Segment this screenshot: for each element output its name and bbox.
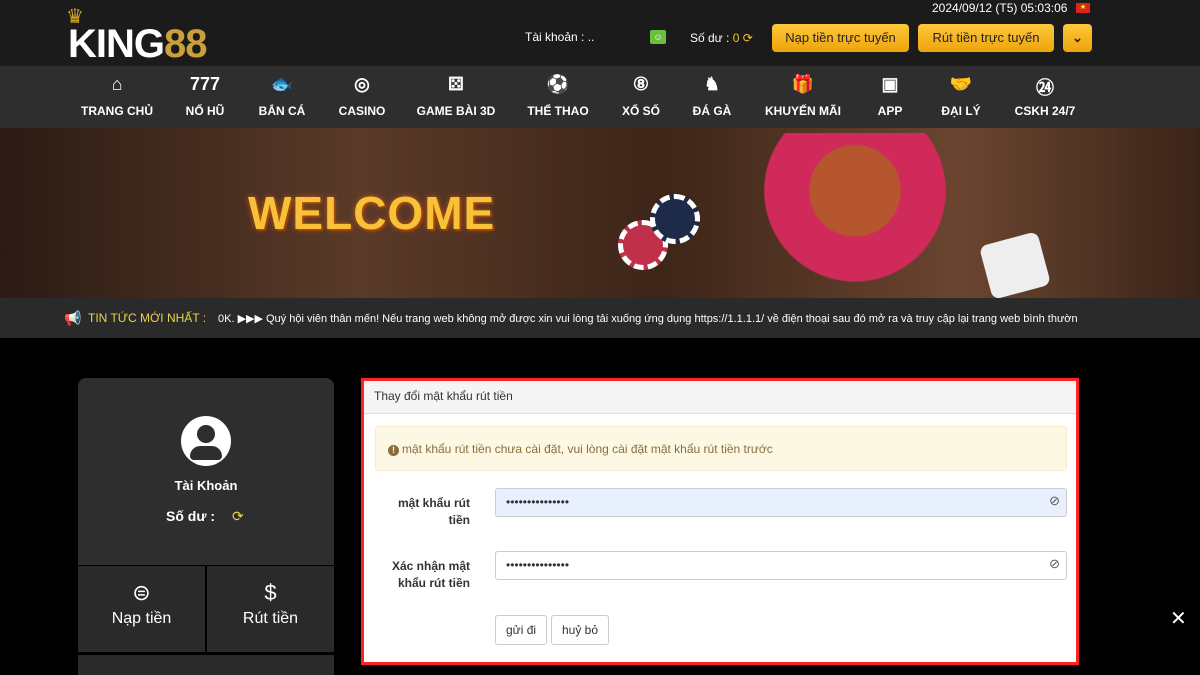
money-deposit-icon: ⊜ xyxy=(132,580,151,605)
nav-item-9[interactable]: ▣ APP xyxy=(878,74,903,118)
nav-item-10[interactable]: 🤝 ĐẠI LÝ xyxy=(941,74,980,118)
magician-character-image xyxy=(750,133,960,298)
exclamation-icon: ! xyxy=(388,445,399,456)
hand-money-icon: $ xyxy=(264,580,277,605)
profile-card: Tài Khoản Số dư : ⟳ xyxy=(78,378,334,565)
account-label: Tài khoản : .. xyxy=(525,30,595,44)
vietnam-flag-icon[interactable]: ★ xyxy=(1076,3,1090,13)
handshake-icon: 🤝 xyxy=(949,74,973,94)
slot-icon: 777 xyxy=(189,74,221,94)
banner-title: WELCOME xyxy=(248,187,496,239)
nav-item-11[interactable]: ㉔ CSKH 24/7 xyxy=(1015,74,1076,118)
withdraw-button[interactable]: $ Rút tiền xyxy=(207,566,334,652)
chevron-down-icon[interactable]: ⌄ xyxy=(1063,24,1092,52)
withdraw-online-button[interactable]: Rút tiền trực tuyến xyxy=(918,24,1054,52)
nav-item-8[interactable]: 🎁 KHUYẾN MÃI xyxy=(765,74,841,118)
nav-item-3[interactable]: ◎ CASINO xyxy=(339,74,386,118)
eye-slash-icon[interactable]: ⊘ xyxy=(1049,493,1060,509)
account-name: Tài Khoản xyxy=(174,478,238,493)
confirm-withdraw-password-input[interactable]: ••••••••••••••• ⊘ xyxy=(495,551,1067,580)
nav-label: CASINO xyxy=(338,104,386,118)
nav-label: APP xyxy=(877,104,903,118)
nav-item-2[interactable]: 🐟 BẮN CÁ xyxy=(259,74,306,118)
welcome-banner[interactable]: WELCOME xyxy=(0,128,1200,300)
news-text[interactable]: 0K. ▶▶▶ Quý hội viên thân mến! Nếu trang… xyxy=(218,312,1078,325)
news-ticker: 📢 TIN TỨC MỚI NHẤT : 0K. ▶▶▶ Quý hội viê… xyxy=(0,298,1200,338)
megaphone-icon: 📢 xyxy=(64,310,82,326)
nav-label: THỂ THAO xyxy=(527,104,589,118)
cancel-button[interactable]: huỷ bỏ xyxy=(551,615,610,645)
roulette-icon: ◎ xyxy=(354,74,370,94)
nav-item-7[interactable]: ♞ ĐÁ GÀ xyxy=(693,74,732,118)
change-withdraw-password-panel: Thay đổi mật khẩu rút tiền ! mật khẩu rút… xyxy=(361,378,1079,665)
refresh-icon[interactable]: ⟳ xyxy=(743,31,753,45)
withdraw-password-input[interactable]: ••••••••••••••• ⊘ xyxy=(495,488,1067,517)
casino-chip-icon xyxy=(650,194,700,244)
datetime: 2024/09/12 (T5) 05:03:06 xyxy=(932,1,1068,15)
nav-label: NỔ HŨ xyxy=(185,104,225,118)
app-icon: ▣ xyxy=(881,74,899,94)
nav-label: CSKH 24/7 xyxy=(1014,104,1076,118)
account-sidebar: Tài Khoản Số dư : ⟳ ⊜ Nạp tiền $ Rút tiền xyxy=(78,378,334,675)
fish-icon: 🐟 xyxy=(270,74,294,94)
nav-label: BẮN CÁ xyxy=(258,104,306,118)
balance: Số dư : 0 ⟳ xyxy=(690,31,753,45)
nav-item-5[interactable]: ⚽ THỂ THAO xyxy=(527,74,588,118)
home-icon: ⌂ xyxy=(111,74,123,94)
nav-label: ĐẠI LÝ xyxy=(941,104,981,118)
submit-button[interactable]: gửi đi xyxy=(495,615,548,645)
dice-image xyxy=(978,231,1052,300)
gift-icon: 🎁 xyxy=(791,74,815,94)
main-nav: ⌂ TRANG CHỦ 777 NỔ HŨ 🐟 BẮN CÁ ◎ CASINO ⚄ GAME BÀ… xyxy=(0,66,1200,128)
refresh-icon[interactable]: ⟳ xyxy=(232,508,244,525)
message-icon[interactable]: ☺ xyxy=(650,30,666,44)
nav-label: XỔ SỐ xyxy=(621,104,661,118)
sidebar-more-row[interactable] xyxy=(78,655,334,675)
support-icon: ㉔ xyxy=(1035,78,1054,98)
close-icon[interactable]: ✕ xyxy=(1170,606,1187,631)
king88-logo[interactable]: ♛ KING88 xyxy=(66,4,236,66)
nav-item-1[interactable]: 777 NỔ HŨ xyxy=(186,74,225,118)
nav-label: ĐÁ GÀ xyxy=(692,104,732,118)
nav-label: GAME BÀI 3D xyxy=(416,104,496,118)
nav-item-0[interactable]: ⌂ TRANG CHỦ xyxy=(81,74,153,118)
nav-item-6[interactable]: ⑧ XỔ SỐ xyxy=(622,74,660,118)
panel-title: Thay đổi mật khẩu rút tiền xyxy=(364,381,1076,414)
soccer-icon: ⚽ xyxy=(546,74,570,94)
eye-slash-icon[interactable]: ⊘ xyxy=(1049,556,1060,572)
deposit-button[interactable]: ⊜ Nạp tiền xyxy=(78,566,205,652)
deposit-online-button[interactable]: Nạp tiền trực tuyến xyxy=(772,24,909,52)
nav-label: KHUYẾN MÃI xyxy=(764,104,842,118)
top-header: ♛ KING88 2024/09/12 (T5) 05:03:06 ★ Tài … xyxy=(0,0,1200,66)
warning-alert: ! mật khẩu rút tiền chưa cài đặt, vui lòn… xyxy=(375,426,1067,471)
nav-label: TRANG CHỦ xyxy=(81,104,153,118)
lottery-icon: ⑧ xyxy=(632,74,650,94)
rooster-icon: ♞ xyxy=(703,74,721,94)
nav-item-4[interactable]: ⚄ GAME BÀI 3D xyxy=(417,74,496,118)
avatar xyxy=(181,416,231,466)
dice-icon: ⚄ xyxy=(448,74,464,94)
